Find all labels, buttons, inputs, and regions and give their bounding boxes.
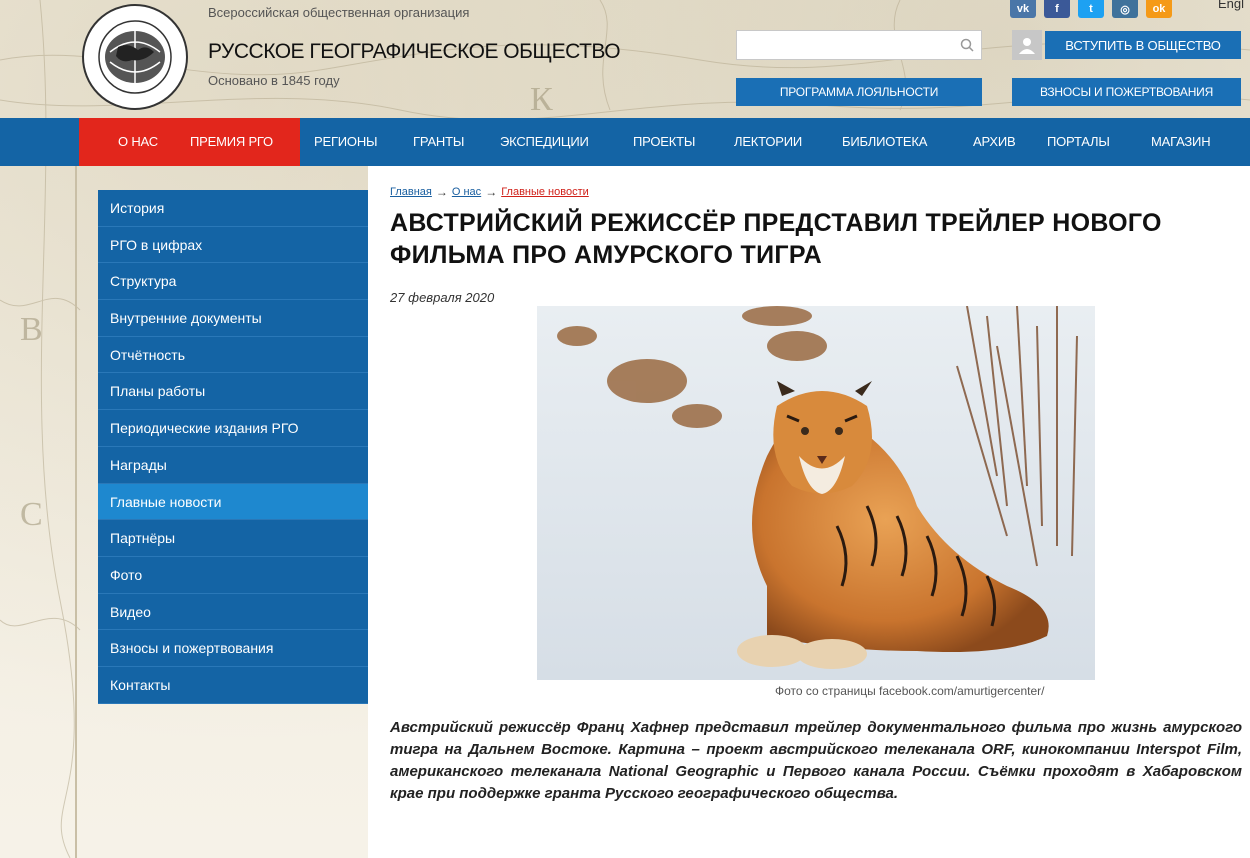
nav-item-shop[interactable]: МАГАЗИН <box>1151 118 1211 166</box>
rgo-logo[interactable] <box>80 2 190 112</box>
article-date: 27 февраля 2020 <box>390 290 495 305</box>
search-input[interactable] <box>737 31 953 59</box>
social-links: vk f t ◎ ok <box>1010 0 1172 18</box>
breadcrumb-arrow-icon: → <box>485 185 498 199</box>
language-switch[interactable]: Engl <box>1218 0 1244 11</box>
donations-button[interactable]: ВЗНОСЫ И ПОЖЕРТВОВАНИЯ <box>1012 78 1241 106</box>
article-title: АВСТРИЙСКИЙ РЕЖИССЁР ПРЕДСТАВИЛ ТРЕЙЛЕР … <box>390 209 1162 269</box>
org-subtitle: Всероссийская общественная организация <box>208 5 470 20</box>
nav-item-regions[interactable]: РЕГИОНЫ <box>314 118 378 166</box>
breadcrumb-current[interactable]: Главные новости <box>501 186 589 198</box>
sidebar-item-video[interactable]: Видео <box>98 594 368 631</box>
nav-item-archive[interactable]: АРХИВ <box>973 118 1016 166</box>
nav-item-about[interactable]: О НАС <box>118 118 158 166</box>
sidebar-menu: История РГО в цифрах Структура Внутренни… <box>98 190 368 704</box>
nav-item-library[interactable]: БИБЛИОТЕКА <box>842 118 927 166</box>
sidebar-item-awards[interactable]: Награды <box>98 447 368 484</box>
breadcrumb: Главная → О нас → Главные новости <box>390 185 589 199</box>
nav-item-rgo-award[interactable]: ПРЕМИЯ РГО <box>190 118 273 166</box>
sidebar-item-history[interactable]: История <box>98 190 368 227</box>
instagram-icon[interactable]: ◎ <box>1112 0 1138 18</box>
nav-item-projects[interactable]: ПРОЕКТЫ <box>633 118 695 166</box>
breadcrumb-about[interactable]: О нас <box>452 186 481 198</box>
search-box <box>736 30 982 60</box>
nav-item-lectures[interactable]: ЛЕКТОРИИ <box>734 118 802 166</box>
join-society-button[interactable]: ВСТУПИТЬ В ОБЩЕСТВО <box>1045 31 1241 59</box>
search-icon[interactable] <box>953 31 981 59</box>
sidebar-item-partners[interactable]: Партнёры <box>98 520 368 557</box>
odnoklassniki-icon[interactable]: ok <box>1146 0 1172 18</box>
breadcrumb-home[interactable]: Главная <box>390 186 432 198</box>
org-title[interactable]: РУССКОЕ ГЕОГРАФИЧЕСКОЕ ОБЩЕСТВО <box>208 40 621 64</box>
sidebar-item-main-news[interactable]: Главные новости <box>98 483 368 521</box>
svg-text:С: С <box>20 496 43 533</box>
sidebar-item-internal-docs[interactable]: Внутренние документы <box>98 300 368 337</box>
breadcrumb-arrow-icon: → <box>435 185 448 199</box>
nav-item-expeditions[interactable]: ЭКСПЕДИЦИИ <box>500 118 589 166</box>
sidebar-item-work-plans[interactable]: Планы работы <box>98 373 368 411</box>
main-nav: О НАС ПРЕМИЯ РГО РЕГИОНЫ ГРАНТЫ ЭКСПЕДИЦ… <box>0 118 1250 166</box>
twitter-icon[interactable]: t <box>1078 0 1104 18</box>
sidebar-item-contacts[interactable]: Контакты <box>98 667 368 704</box>
photo-caption: Фото со страницы facebook.com/amurtigerc… <box>775 684 1045 698</box>
sidebar-item-donations[interactable]: Взносы и пожертвования <box>98 630 368 667</box>
loyalty-program-button[interactable]: ПРОГРАММА ЛОЯЛЬНОСТИ <box>736 78 982 106</box>
facebook-icon[interactable]: f <box>1044 0 1070 18</box>
sidebar-item-periodicals[interactable]: Периодические издания РГО <box>98 410 368 447</box>
vk-icon[interactable]: vk <box>1010 0 1036 18</box>
nav-item-grants[interactable]: ГРАНТЫ <box>413 118 464 166</box>
sidebar-item-rgo-in-numbers[interactable]: РГО в цифрах <box>98 227 368 264</box>
sidebar-item-structure[interactable]: Структура <box>98 263 368 301</box>
article-lead: Австрийский режиссёр Франц Хафнер предст… <box>390 719 1242 802</box>
svg-text:В: В <box>20 311 43 348</box>
nav-item-portals[interactable]: ПОРТАЛЫ <box>1047 118 1110 166</box>
org-founded: Основано в 1845 году <box>208 73 340 88</box>
article-photo[interactable] <box>537 306 1095 680</box>
sidebar-item-reports[interactable]: Отчётность <box>98 337 368 374</box>
sidebar-item-photo[interactable]: Фото <box>98 557 368 594</box>
user-icon[interactable] <box>1012 30 1042 60</box>
